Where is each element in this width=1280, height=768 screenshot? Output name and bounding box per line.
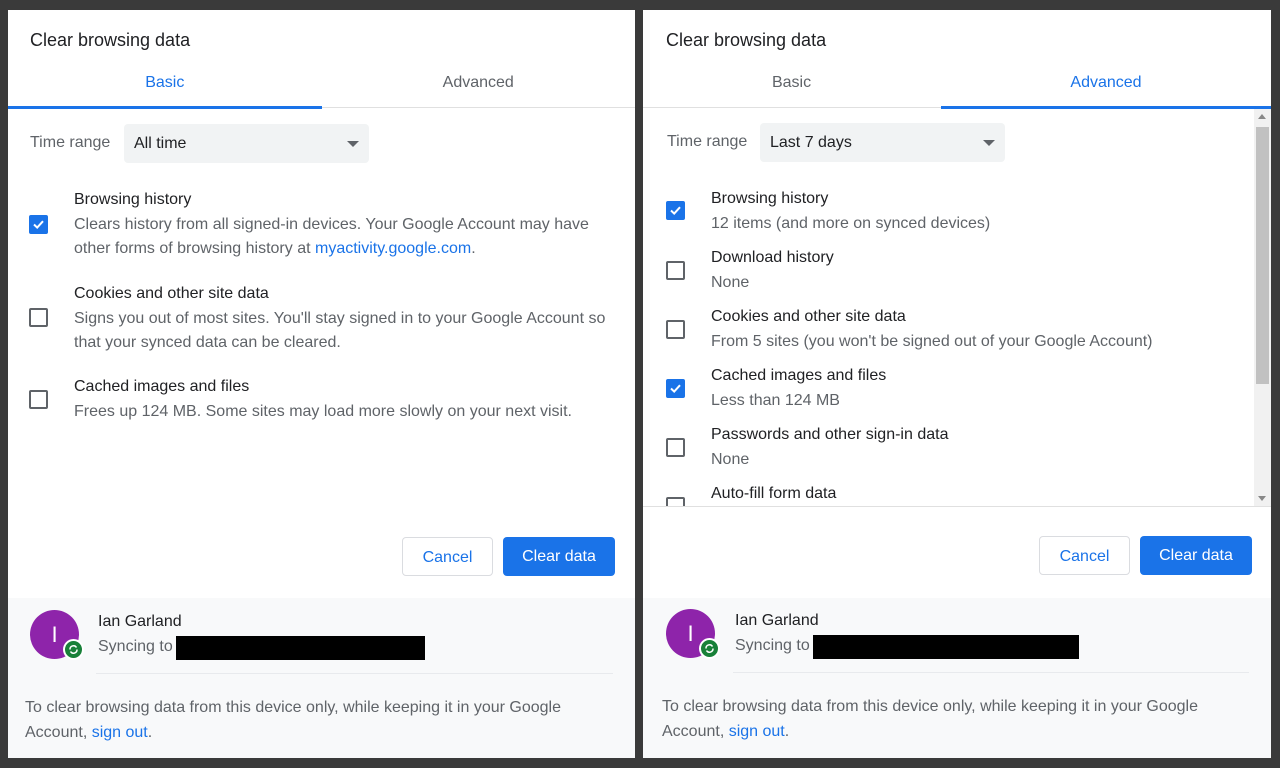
cached-images-desc: Less than 124 MB [711,392,840,409]
cookies-desc: From 5 sites (you won't be signed out of… [711,333,1153,350]
download-history-desc: None [711,274,750,291]
cookies-desc: Signs you out of most sites. You'll stay… [74,310,606,351]
data-types-list[interactable]: Browsing history 12 items (and more on s… [643,109,1271,506]
browsing-history-desc: Clears history from all signed-in device… [74,216,589,257]
sync-icon [699,638,720,659]
browsing-history-desc: 12 items (and more on synced devices) [711,215,991,232]
passwords-desc: None [711,451,750,468]
list-divider [643,506,1271,507]
clear-browsing-data-dialog-basic: Clear browsing data Basic Advanced Time … [8,10,635,758]
cookies-title: Cookies and other site data [74,285,269,302]
sign-out-link[interactable]: sign out [92,724,148,741]
cookies-checkbox[interactable] [29,308,48,327]
tab-advanced[interactable]: Advanced [322,66,636,108]
checkmark-icon [670,206,681,216]
checkmark-icon [670,384,681,394]
tab-basic[interactable]: Basic [8,66,322,109]
autofill-checkbox[interactable] [666,497,685,506]
scroll-up-icon[interactable] [1258,114,1266,119]
time-range-select[interactable]: All time [124,124,369,163]
footer-divider [733,672,1249,673]
browsing-history-title: Browsing history [711,190,829,207]
tab-basic[interactable]: Basic [643,66,940,108]
cached-images-title: Cached images and files [74,378,250,395]
dialog-title: Clear browsing data [30,30,191,50]
cached-images-desc: Frees up 124 MB. Some sites may load mor… [74,403,572,420]
browsing-history-checkbox[interactable] [666,201,685,220]
cookies-checkbox[interactable] [666,320,685,339]
download-history-checkbox[interactable] [666,261,685,280]
account-name: Ian Garland [735,612,819,629]
cancel-button[interactable]: Cancel [1039,536,1130,575]
tab-bar: Basic Advanced [8,66,636,109]
footer-divider [96,673,613,674]
cached-images-title: Cached images and files [711,367,887,384]
cached-images-checkbox[interactable] [666,379,685,398]
tab-advanced[interactable]: Advanced [941,66,1271,109]
autofill-title: Auto-fill form data [711,485,837,502]
redacted-email [813,635,1079,659]
clear-data-button[interactable]: Clear data [1140,536,1252,575]
dropdown-arrow-icon [347,141,359,147]
cookies-title: Cookies and other site data [711,308,906,325]
syncing-label: Syncing to [735,637,810,654]
checkmark-icon [33,220,44,230]
sign-out-note: To clear browsing data from this device … [662,698,1198,740]
clear-browsing-data-dialog-advanced: Clear browsing data Basic Advanced Time … [643,10,1271,758]
dialog-title: Clear browsing data [666,30,827,50]
cancel-button[interactable]: Cancel [402,537,493,576]
clear-data-button[interactable]: Clear data [503,537,615,576]
sync-icon [63,639,84,660]
account-name: Ian Garland [98,613,182,630]
tab-bar: Basic Advanced [643,66,1271,109]
sign-out-link[interactable]: sign out [729,723,785,740]
scroll-down-icon[interactable] [1258,496,1266,501]
browsing-history-checkbox[interactable] [29,215,48,234]
browsing-history-title: Browsing history [74,191,192,208]
time-range-value: All time [134,135,187,152]
myactivity-link[interactable]: myactivity.google.com [315,240,471,257]
syncing-label: Syncing to [98,638,173,655]
download-history-title: Download history [711,249,834,266]
account-footer: I Ian Garland Syncing to To clear browsi… [643,598,1271,758]
account-footer: I Ian Garland Syncing to To clear browsi… [8,598,635,758]
passwords-title: Passwords and other sign-in data [711,426,949,443]
passwords-checkbox[interactable] [666,438,685,457]
sign-out-note: To clear browsing data from this device … [25,699,561,741]
scrollbar[interactable] [1254,109,1271,506]
scrollbar-thumb[interactable] [1256,127,1269,384]
time-range-label: Time range [30,134,111,151]
redacted-email [176,636,425,660]
cached-images-checkbox[interactable] [29,390,48,409]
